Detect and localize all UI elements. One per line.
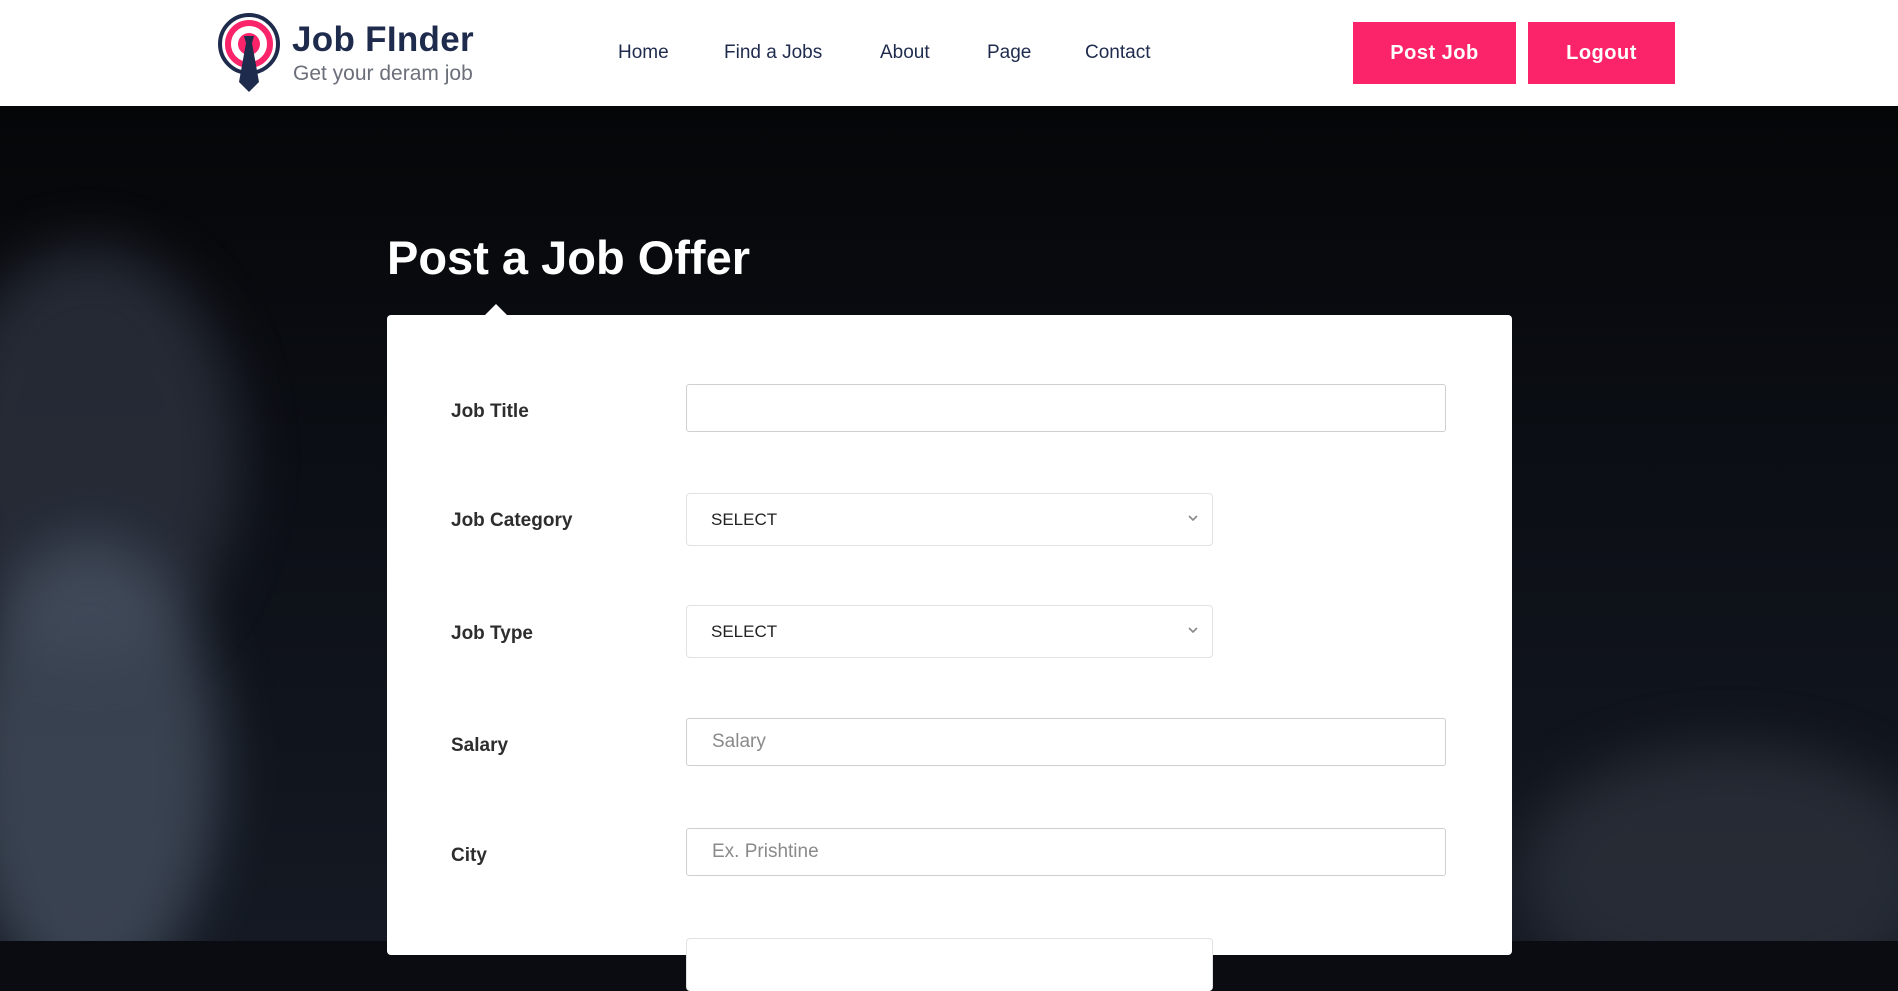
background-figure-right — [1520, 746, 1898, 941]
chevron-down-icon — [1188, 515, 1198, 522]
chevron-down-icon — [1188, 627, 1198, 634]
post-job-button[interactable]: Post Job — [1353, 22, 1516, 84]
post-job-form: Job Title Job Category SELECT Job Type S… — [387, 315, 1512, 991]
job-type-value: SELECT — [711, 622, 778, 641]
logo-name: Job FInder — [292, 20, 474, 59]
job-title-label: Job Title — [451, 401, 529, 422]
logo-icon — [218, 13, 280, 92]
job-type-label: Job Type — [451, 623, 533, 644]
nav-about[interactable]: About — [880, 42, 930, 64]
salary-input[interactable] — [686, 718, 1446, 766]
page-title: Post a Job Offer — [387, 231, 751, 284]
next-field-select[interactable] — [686, 938, 1213, 991]
site-header: Job FInder Get your deram job Home Find … — [0, 0, 1898, 106]
salary-label: Salary — [451, 735, 509, 756]
nav-contact[interactable]: Contact — [1085, 42, 1150, 64]
job-category-label: Job Category — [451, 510, 573, 531]
job-category-select[interactable]: SELECT — [686, 493, 1213, 546]
site-logo[interactable]: Job FInder Get your deram job — [217, 12, 477, 94]
job-title-input[interactable] — [686, 384, 1446, 432]
nav-home[interactable]: Home — [618, 42, 669, 64]
city-label: City — [451, 845, 487, 866]
logout-button[interactable]: Logout — [1528, 22, 1675, 84]
job-category-value: SELECT — [711, 510, 778, 529]
logo-tagline: Get your deram job — [293, 62, 473, 85]
nav-page[interactable]: Page — [987, 42, 1031, 64]
nav-find-jobs[interactable]: Find a Jobs — [724, 42, 822, 64]
job-type-select[interactable]: SELECT — [686, 605, 1213, 658]
city-input[interactable] — [686, 828, 1446, 876]
